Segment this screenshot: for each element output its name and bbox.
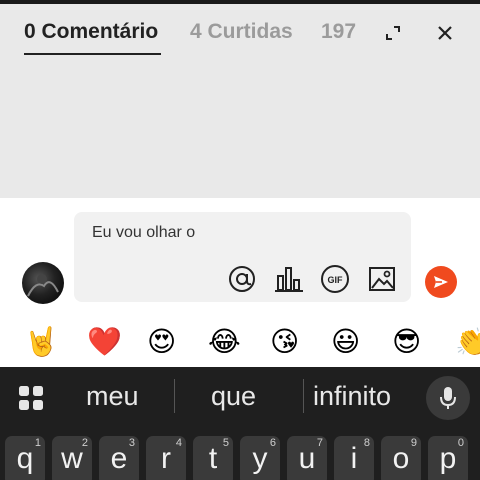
key-t[interactable]: 5t [193, 436, 233, 480]
poll-icon[interactable] [274, 264, 304, 294]
mention-icon[interactable] [227, 264, 257, 294]
send-button[interactable] [425, 266, 457, 298]
apps-grid-icon[interactable] [18, 385, 44, 411]
emoji-item[interactable]: 😘 [270, 326, 299, 358]
suggestion-divider [303, 379, 304, 413]
emoji-item[interactable]: 😍 [147, 326, 176, 358]
emoji-item[interactable]: 👏 [455, 326, 480, 358]
tab-comments[interactable]: 0 Comentário [24, 20, 158, 44]
keyboard: meu que infinito 1q 2w 3e 4r 5t 6y 7u 8i… [0, 367, 480, 480]
close-icon[interactable] [433, 21, 457, 45]
comment-composer: Eu vou olhar o GIF [0, 198, 480, 316]
key-r[interactable]: 4r [146, 436, 186, 480]
key-e[interactable]: 3e [99, 436, 139, 480]
comment-input-text: Eu vou olhar o [92, 224, 196, 241]
comment-input[interactable]: Eu vou olhar o GIF [74, 212, 411, 302]
key-w[interactable]: 2w [52, 436, 92, 480]
emoji-item[interactable]: 😃 [331, 326, 360, 358]
avatar[interactable] [22, 262, 64, 304]
emoji-item[interactable]: 😎 [392, 326, 421, 358]
comments-sheet: 0 Comentário 4 Curtidas 197 Eu vou olhar… [0, 0, 480, 367]
key-y[interactable]: 6y [240, 436, 280, 480]
key-o[interactable]: 9o [381, 436, 421, 480]
tab-count[interactable]: 197 [321, 20, 356, 44]
expand-icon[interactable] [381, 21, 405, 45]
emoji-bar: 🤘 ❤️ 😍 😂 😘 😃 😎 👏 [0, 316, 480, 367]
emoji-item[interactable]: 😂 [208, 326, 241, 358]
image-icon[interactable] [367, 264, 397, 294]
emoji-item[interactable]: ❤️ [87, 326, 122, 358]
comments-list [0, 60, 480, 198]
suggestion-divider [174, 379, 175, 413]
send-icon [434, 276, 448, 288]
gif-label: GIF [328, 275, 344, 285]
key-u[interactable]: 7u [287, 436, 327, 480]
suggestion-1[interactable]: meu [86, 381, 139, 412]
mic-icon[interactable] [426, 376, 470, 420]
key-i[interactable]: 8i [334, 436, 374, 480]
emoji-item[interactable]: 🤘 [24, 326, 59, 358]
active-tab-indicator [24, 53, 161, 55]
tab-bar: 0 Comentário 4 Curtidas 197 [0, 4, 480, 60]
gif-icon[interactable]: GIF [320, 264, 350, 294]
key-p[interactable]: 0p [428, 436, 468, 480]
suggestion-2[interactable]: que [211, 381, 256, 412]
key-q[interactable]: 1q [5, 436, 45, 480]
suggestion-3[interactable]: infinito [313, 381, 391, 412]
tab-likes[interactable]: 4 Curtidas [190, 20, 293, 44]
